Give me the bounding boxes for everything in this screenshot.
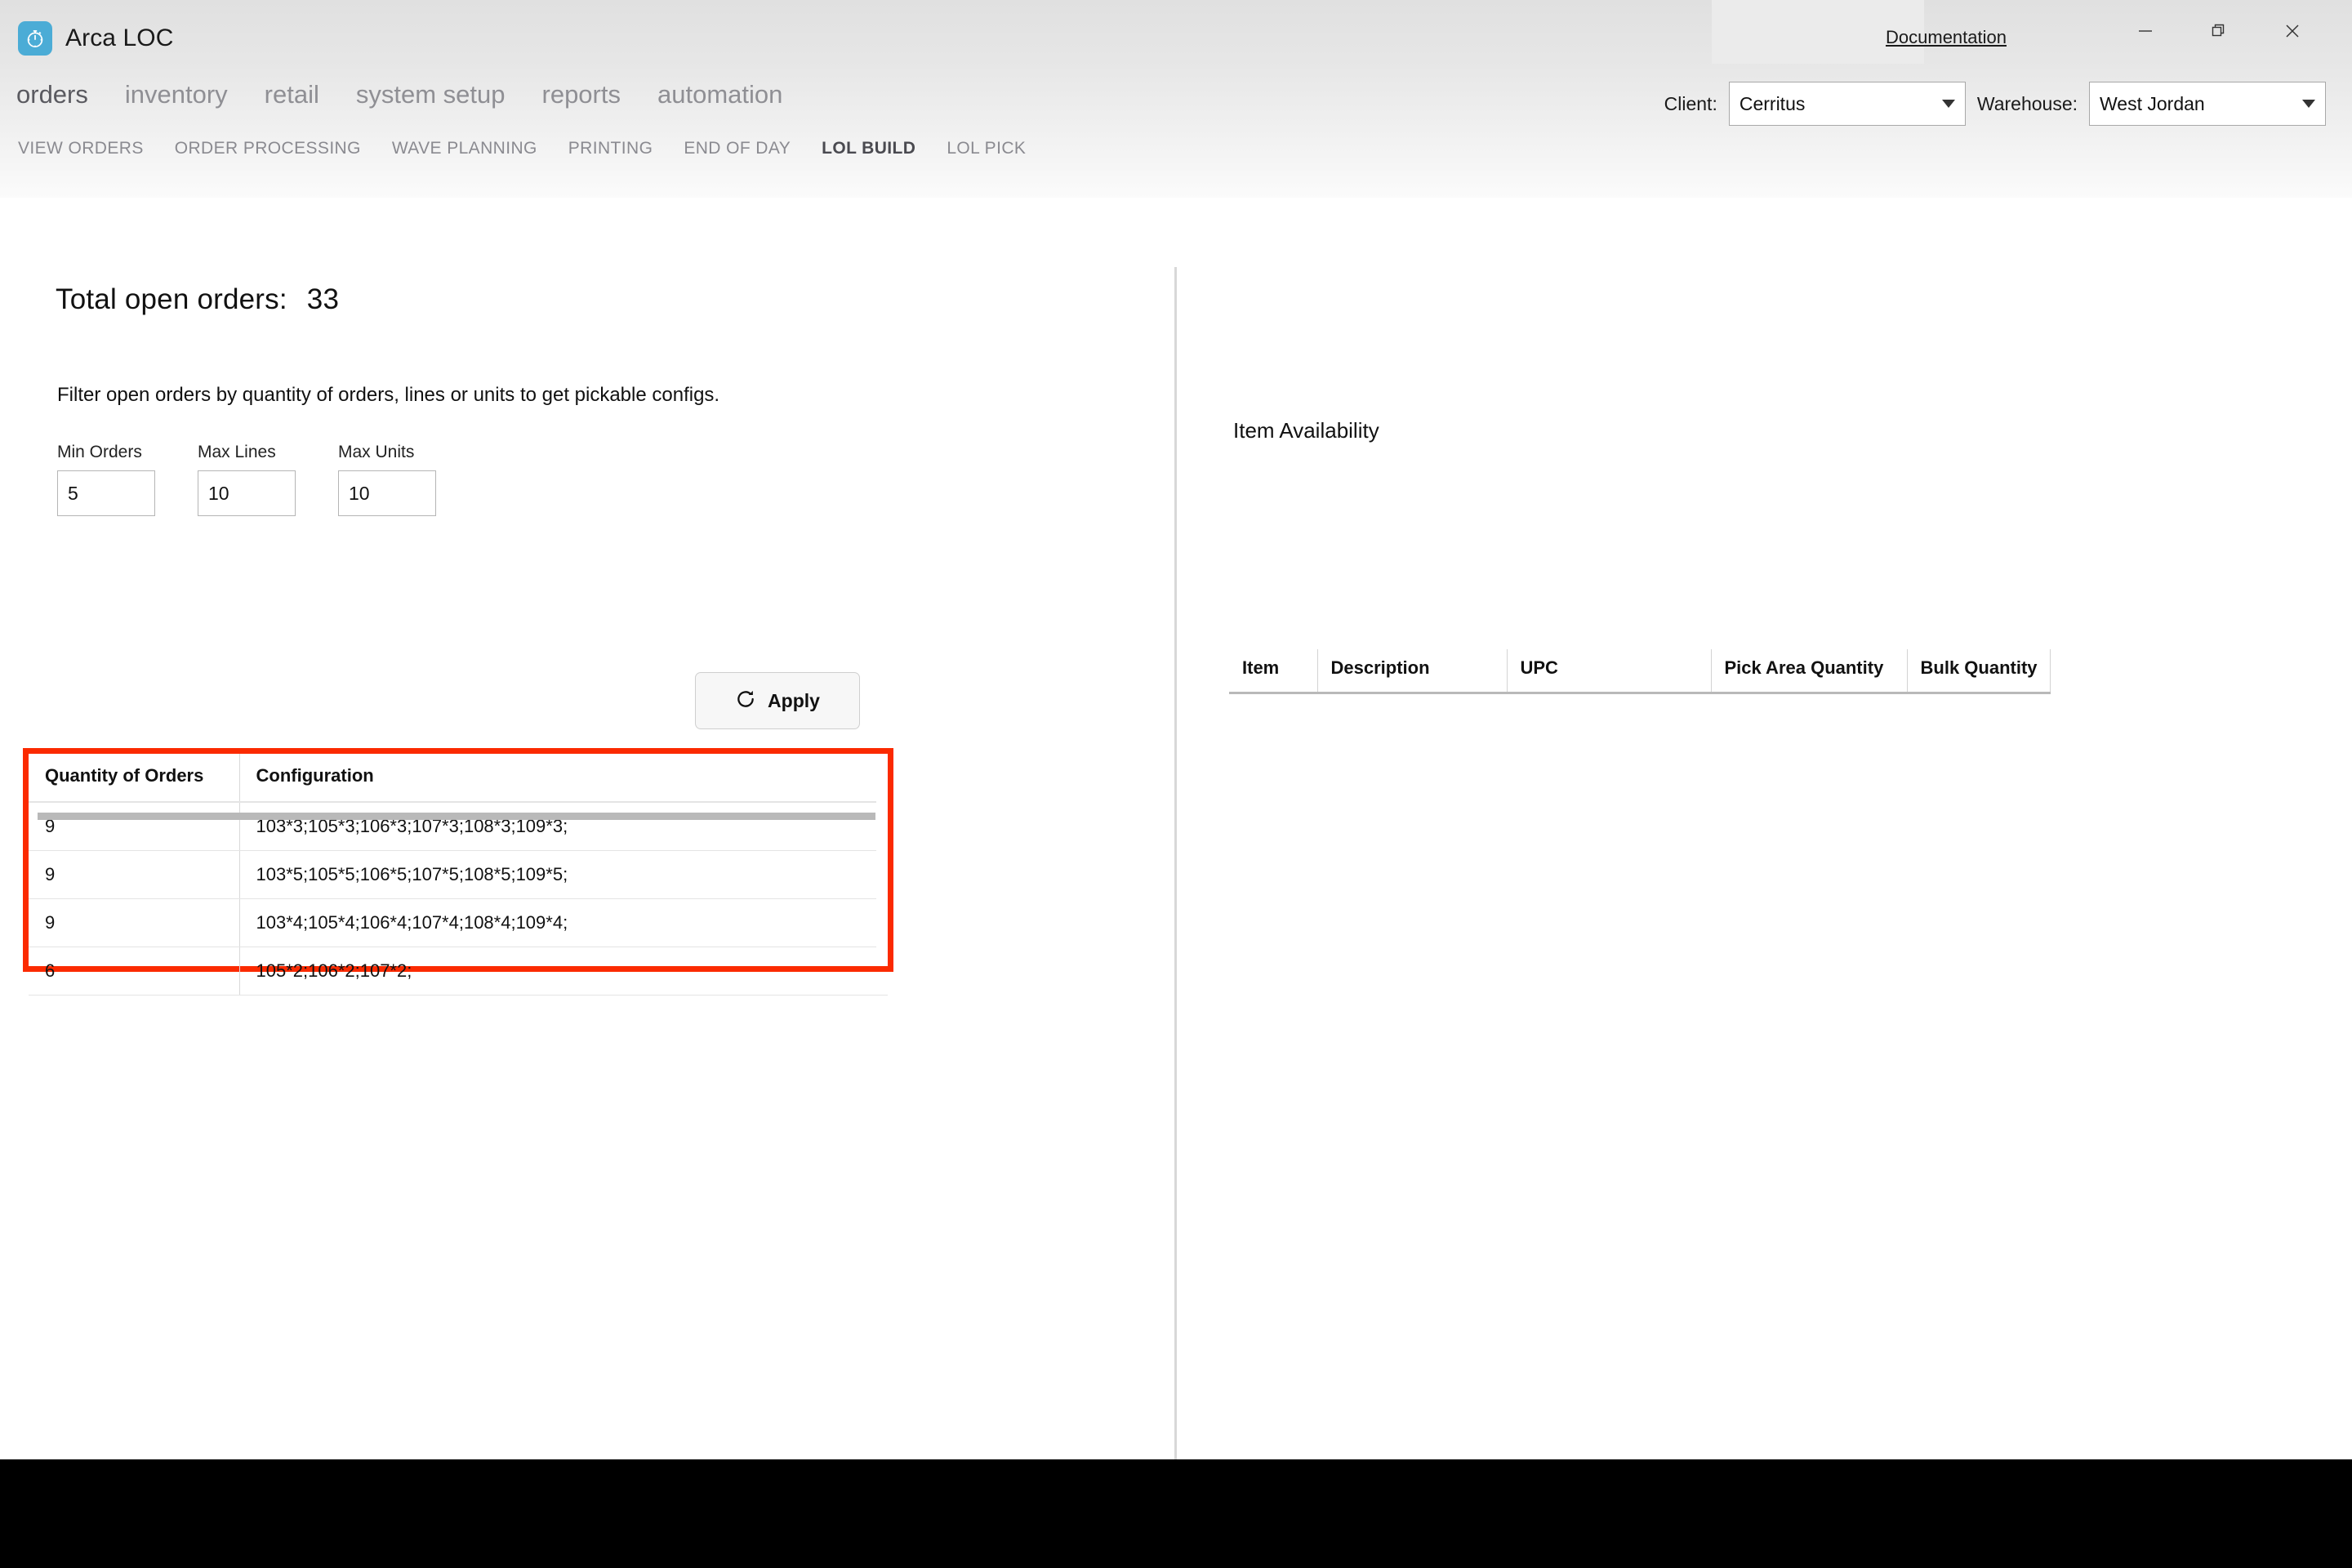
nav-item-inventory[interactable]: inventory — [125, 80, 247, 109]
table-row[interactable]: 6 105*2;106*2;107*2; — [29, 947, 888, 996]
column-header-configuration[interactable]: Configuration — [239, 754, 888, 803]
max-lines-label: Max Lines — [198, 443, 276, 461]
pickable-configs-highlight: Quantity of Orders Configuration 9 103*3… — [23, 748, 893, 996]
item-availability-panel: Item Description UPC Pick Area Quantity … — [1229, 649, 2051, 694]
minimize-icon[interactable] — [2109, 10, 2182, 52]
subnav-item-printing[interactable]: PRINTING — [568, 139, 653, 158]
stopwatch-icon — [18, 21, 52, 56]
cell-configuration: 103*5;105*5;106*5;107*5;108*5;109*5; — [239, 850, 888, 899]
total-open-orders-label: Total open orders: — [56, 283, 287, 315]
app-header: Arca LOC Documentation orders inventory … — [0, 0, 2352, 198]
panel-divider — [1174, 267, 1177, 1557]
column-header-description[interactable]: Description — [1317, 649, 1508, 694]
chevron-down-icon — [2302, 100, 2315, 108]
total-open-orders: Total open orders: 33 — [56, 283, 339, 316]
warehouse-dropdown-value: West Jordan — [2100, 92, 2205, 114]
application-window: Arca LOC Documentation orders inventory … — [0, 0, 2352, 1568]
restore-icon[interactable] — [2182, 10, 2256, 52]
subnav-item-order-processing[interactable]: ORDER PROCESSING — [175, 139, 361, 158]
chevron-down-icon — [1941, 100, 1955, 108]
subnav-item-wave-planning[interactable]: WAVE PLANNING — [392, 139, 537, 158]
main-content: Total open orders: 33 Filter open orders … — [0, 198, 2352, 1568]
window-controls — [2109, 10, 2329, 52]
sub-navigation: VIEW ORDERS ORDER PROCESSING WAVE PLANNI… — [18, 139, 1057, 158]
client-dropdown-value: Cerritus — [1739, 92, 1806, 114]
nav-item-reports[interactable]: reports — [542, 80, 640, 109]
nav-item-system-setup[interactable]: system setup — [356, 80, 525, 109]
app-title: Arca LOC — [65, 24, 174, 51]
warehouse-dropdown[interactable]: West Jordan — [2089, 82, 2326, 126]
cell-configuration: 103*3;105*3;106*3;107*3;108*3;109*3; — [239, 802, 888, 851]
min-orders-label: Min Orders — [57, 443, 142, 461]
max-lines-input[interactable] — [198, 470, 296, 516]
apply-button-label: Apply — [768, 689, 820, 711]
cell-quantity: 9 — [29, 898, 240, 947]
subnav-item-lol-pick[interactable]: LOL PICK — [947, 139, 1026, 158]
subnav-item-view-orders[interactable]: VIEW ORDERS — [18, 139, 144, 158]
nav-item-automation[interactable]: automation — [657, 80, 802, 109]
column-header-pick-area-quantity[interactable]: Pick Area Quantity — [1711, 649, 1908, 694]
table-header-row: Quantity of Orders Configuration — [29, 754, 888, 803]
cell-quantity: 6 — [29, 947, 240, 996]
table-row[interactable]: 9 103*3;105*3;106*3;107*3;108*3;109*3; — [29, 802, 888, 851]
max-units-input[interactable] — [338, 470, 436, 516]
table-row[interactable]: 9 103*5;105*5;106*5;107*5;108*5;109*5; — [29, 850, 888, 899]
bottom-letterbox-bar — [0, 1459, 2352, 1568]
cell-quantity: 9 — [29, 802, 240, 851]
apply-button[interactable]: Apply — [695, 672, 860, 729]
subnav-item-lol-build[interactable]: LOL BUILD — [822, 139, 915, 158]
cell-configuration: 103*4;105*4;106*4;107*4;108*4;109*4; — [239, 898, 888, 947]
field-max-lines: Max Lines — [198, 443, 296, 516]
field-min-orders: Min Orders — [57, 443, 155, 516]
cell-quantity: 9 — [29, 850, 240, 899]
filter-fields: Min Orders Max Lines Max Units — [57, 443, 479, 516]
subnav-item-end-of-day[interactable]: END OF DAY — [684, 139, 791, 158]
context-selectors: Client: Cerritus Warehouse: West Jordan — [1664, 82, 2326, 126]
table-header-row: Item Description UPC Pick Area Quantity … — [1229, 649, 2051, 694]
column-header-bulk-quantity[interactable]: Bulk Quantity — [1907, 649, 2051, 694]
total-open-orders-value: 33 — [306, 283, 340, 315]
close-icon[interactable] — [2256, 10, 2329, 52]
warehouse-label: Warehouse: — [1976, 92, 2078, 114]
column-header-upc[interactable]: UPC — [1507, 649, 1712, 694]
nav-item-retail[interactable]: retail — [265, 80, 339, 109]
refresh-icon — [735, 688, 756, 714]
nav-item-orders[interactable]: orders — [16, 80, 108, 109]
horizontal-scrollbar[interactable] — [38, 813, 875, 820]
item-availability-table: Item Description UPC Pick Area Quantity … — [1229, 649, 2051, 694]
max-units-label: Max Units — [338, 443, 415, 461]
min-orders-input[interactable] — [57, 470, 155, 516]
table-row[interactable]: 9 103*4;105*4;106*4;107*4;108*4;109*4; — [29, 898, 888, 947]
main-navigation: orders inventory retail system setup rep… — [16, 80, 819, 109]
table-right-edge — [876, 754, 888, 966]
app-brand: Arca LOC — [18, 21, 174, 56]
pickable-configs-table: Quantity of Orders Configuration 9 103*3… — [29, 754, 888, 996]
item-availability-title: Item Availability — [1233, 418, 1379, 443]
filter-description: Filter open orders by quantity of orders… — [57, 384, 720, 406]
column-header-item[interactable]: Item — [1229, 649, 1318, 694]
cell-configuration: 105*2;106*2;107*2; — [239, 947, 888, 996]
column-header-quantity-of-orders[interactable]: Quantity of Orders — [29, 754, 240, 803]
field-max-units: Max Units — [338, 443, 436, 516]
client-label: Client: — [1664, 92, 1717, 114]
documentation-link[interactable]: Documentation — [1886, 27, 2007, 48]
client-dropdown[interactable]: Cerritus — [1728, 82, 1966, 126]
